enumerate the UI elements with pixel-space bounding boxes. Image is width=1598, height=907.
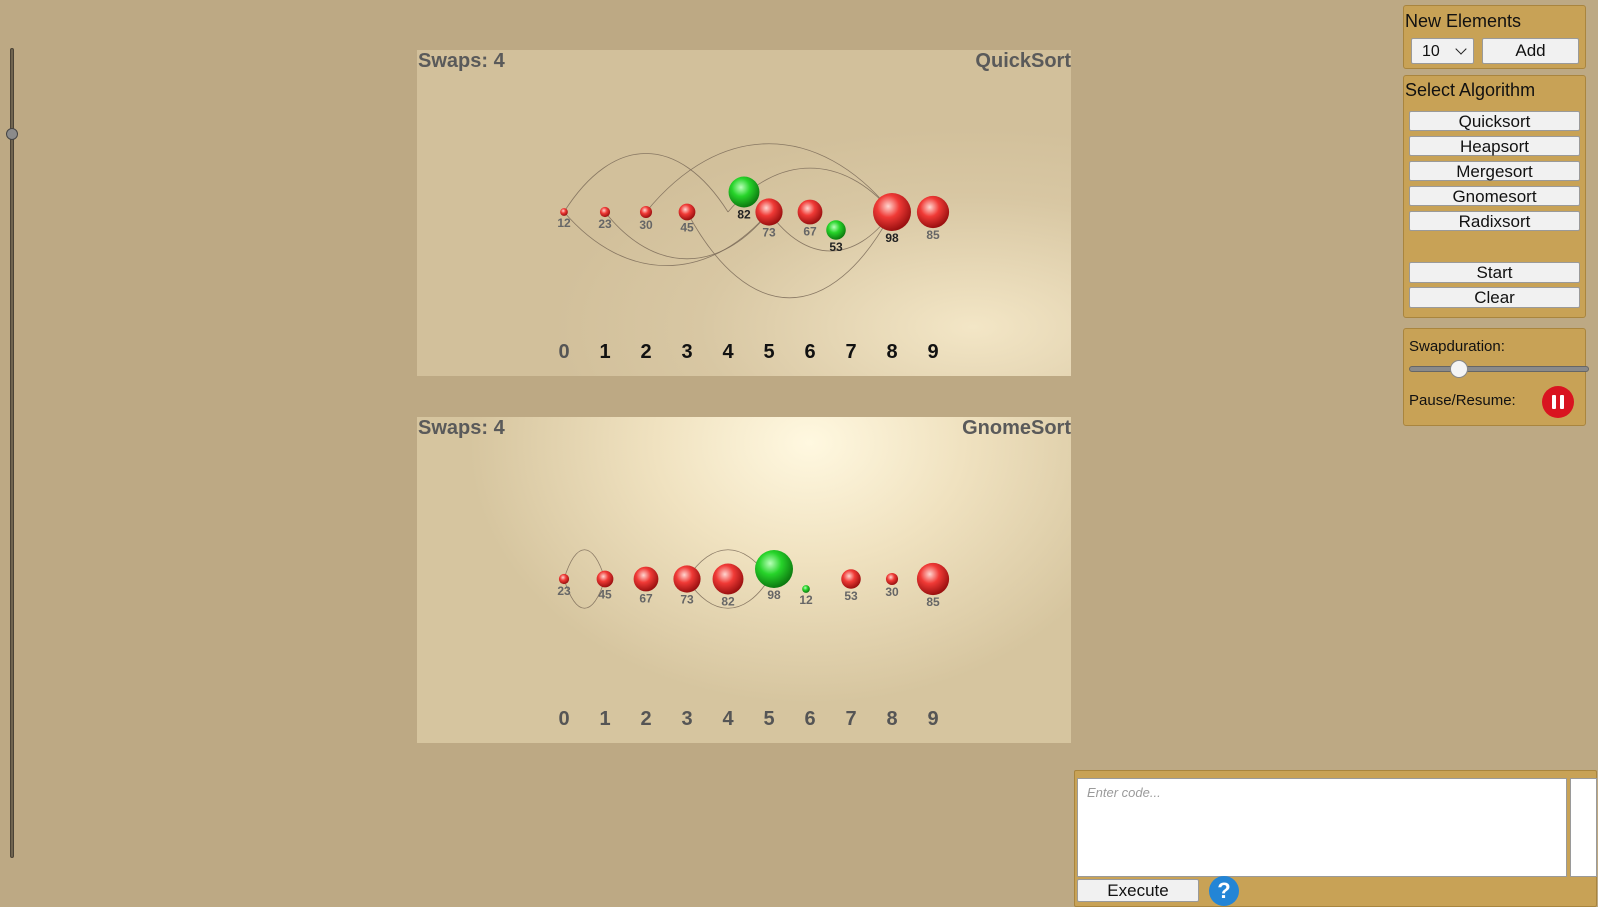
sphere-element — [802, 585, 810, 593]
add-button[interactable]: Add — [1482, 38, 1579, 64]
element-value-label: 98 — [885, 231, 899, 245]
element-value-label: 85 — [926, 228, 940, 242]
algorithm-panel-title: Select Algorithm — [1405, 80, 1536, 100]
visualization-panel-gnomesort: Swaps: 4 GnomeSort 23 45 67 73 82 98 12 53 30 85 0… — [417, 417, 1071, 743]
swapduration-slider[interactable] — [1409, 360, 1589, 378]
index-label: 9 — [927, 708, 938, 730]
sphere-element — [916, 562, 950, 596]
sphere-element — [673, 565, 701, 593]
index-label: 2 — [640, 341, 651, 363]
element-value-label: 53 — [844, 589, 858, 603]
code-scrollbar[interactable] — [1570, 778, 1597, 877]
sphere-element — [885, 572, 899, 586]
sphere-element — [596, 570, 614, 588]
element-value-label: 67 — [639, 591, 653, 605]
sphere-element — [841, 569, 861, 589]
element-value-label: 45 — [680, 220, 694, 234]
sphere-element — [916, 195, 950, 229]
index-label: 5 — [763, 341, 774, 363]
element-value-label: 98 — [767, 588, 781, 602]
index-label: 4 — [722, 708, 734, 730]
pause-resume-button[interactable] — [1542, 386, 1574, 418]
index-label: 8 — [886, 708, 897, 730]
element-count-select[interactable]: 10 — [1411, 38, 1474, 64]
visualization-panel-quicksort: Swaps: 4 QuickSort 12 23 30 45 82 73 67 53 98 85 0… — [417, 50, 1071, 376]
sphere-element — [712, 563, 744, 595]
sphere-element — [560, 208, 568, 216]
swap-path — [686, 211, 893, 298]
index-label: 4 — [722, 341, 734, 363]
index-label: 7 — [845, 341, 856, 363]
sphere-element — [755, 550, 793, 588]
sphere-element — [728, 176, 760, 208]
element-value-label: 45 — [598, 587, 612, 601]
settings-panel: Swapduration: Pause/Resume: — [1403, 328, 1589, 426]
element-value-label: 12 — [557, 216, 571, 230]
pause-icon — [1552, 395, 1556, 409]
sphere-element — [873, 193, 911, 231]
index-label: 9 — [927, 341, 938, 363]
help-icon[interactable]: ? — [1209, 876, 1239, 906]
vertical-slider-track[interactable] — [10, 48, 14, 858]
index-label: 1 — [599, 708, 610, 730]
sphere-element — [797, 199, 823, 225]
index-label: 0 — [558, 708, 569, 730]
element-value-label: 30 — [639, 218, 653, 232]
index-label: 3 — [681, 708, 692, 730]
sort-visualization-quicksort: 12 23 30 458273 675398 850 1 2 3 4 5 6 7 8 9 — [557, 143, 950, 363]
index-label: 6 — [804, 708, 815, 730]
chevron-down-icon — [1455, 43, 1467, 55]
code-input-placeholder: Enter code... — [1087, 785, 1161, 800]
vertical-slider-thumb[interactable] — [6, 128, 18, 140]
element-value-label: 12 — [799, 593, 813, 607]
sphere-element — [599, 206, 611, 218]
element-count-value: 10 — [1422, 43, 1440, 60]
swapduration-slider-track[interactable] — [1409, 366, 1589, 372]
start-button[interactable]: Start — [1409, 262, 1580, 283]
vertical-slider[interactable] — [6, 48, 18, 858]
code-panel: Enter code... Execute ? — [1074, 770, 1597, 907]
execute-button[interactable]: Execute — [1077, 879, 1199, 902]
index-label: 0 — [558, 341, 569, 363]
element-value-label: 23 — [557, 584, 571, 598]
algorithm-button-mergesort[interactable]: Mergesort — [1409, 161, 1580, 181]
element-value-label: 67 — [803, 224, 817, 238]
index-label: 8 — [886, 341, 897, 363]
element-value-label: 73 — [762, 226, 776, 240]
element-value-label: 85 — [926, 595, 940, 609]
element-value-label: 82 — [737, 207, 751, 221]
swapduration-slider-thumb[interactable] — [1449, 360, 1468, 378]
sphere-element — [755, 198, 783, 226]
element-value-label: 30 — [885, 585, 899, 599]
pause-resume-label: Pause/Resume: — [1409, 392, 1516, 409]
sphere-element — [558, 573, 570, 585]
sphere-element — [678, 203, 696, 221]
element-value-label: 82 — [721, 594, 735, 608]
pause-icon-bar — [1560, 395, 1564, 409]
index-label: 6 — [804, 341, 815, 363]
element-value-label: 53 — [829, 240, 843, 254]
index-label: 2 — [640, 708, 651, 730]
swapduration-label: Swapduration: — [1409, 338, 1505, 355]
sphere-element — [826, 220, 846, 240]
new-elements-panel: New Elements 10 Add — [1403, 5, 1586, 69]
new-elements-title: New Elements — [1405, 11, 1522, 31]
element-value-label: 73 — [680, 593, 694, 607]
swap-path — [563, 153, 729, 213]
algorithm-button-radixsort[interactable]: Radixsort — [1409, 211, 1580, 231]
index-label: 7 — [845, 708, 856, 730]
element-value-label: 23 — [598, 217, 612, 231]
algorithm-button-gnomesort[interactable]: Gnomesort — [1409, 186, 1580, 206]
algorithm-button-heapsort[interactable]: Heapsort — [1409, 136, 1580, 156]
sphere-element — [633, 566, 659, 592]
code-input[interactable]: Enter code... — [1077, 778, 1567, 877]
clear-button[interactable]: Clear — [1409, 287, 1580, 308]
index-label: 1 — [599, 341, 610, 363]
sort-visualization-gnomesort: 23 45 67 73 82 98 12 53 30850 1 2 3 4 5 6 7 8 9 — [557, 549, 950, 730]
algorithm-button-quicksort[interactable]: Quicksort — [1409, 111, 1580, 131]
index-label: 5 — [763, 708, 774, 730]
index-label: 3 — [681, 341, 692, 363]
algorithm-panel: Select Algorithm Quicksort Heapsort Merg… — [1403, 75, 1586, 318]
sphere-element — [639, 205, 653, 219]
